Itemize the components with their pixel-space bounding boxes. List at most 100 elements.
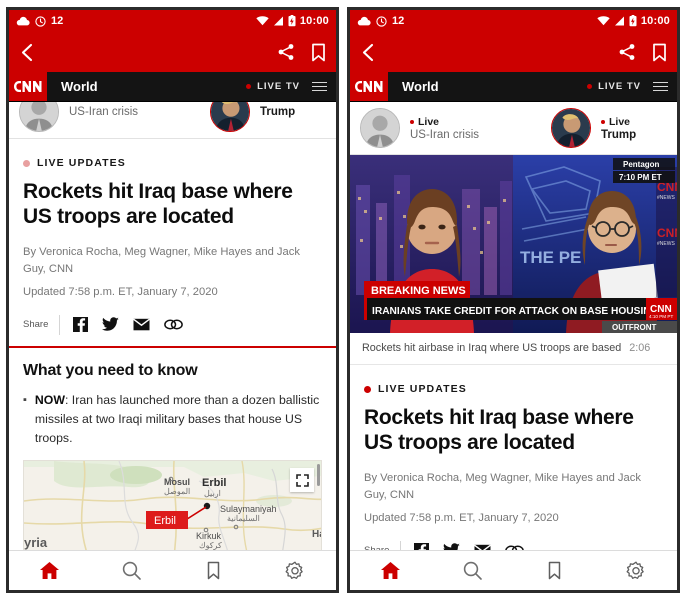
bookmark-icon[interactable] <box>652 43 667 62</box>
status-bar-left: 12 <box>16 15 63 27</box>
facebook-icon[interactable] <box>414 543 430 550</box>
bottom-nav-bar <box>9 550 336 590</box>
video-player[interactable]: THE PE CNN CNN <box>350 155 677 333</box>
story-item-us-iran-crisis[interactable]: US-Iran crisis <box>19 102 138 132</box>
gear-icon <box>285 561 303 579</box>
bookmark-icon <box>207 561 220 580</box>
status-bar-right: 10:00 <box>597 15 670 27</box>
search-icon <box>122 561 141 580</box>
article-scroll-body[interactable]: Live US-Iran crisis Live Trump THE PE CN… <box>350 102 677 550</box>
svg-text:Mosul: Mosul <box>164 477 190 487</box>
pence-avatar <box>19 102 59 132</box>
story-item-live-label: Live <box>418 115 440 128</box>
bottom-nav-item-settings[interactable] <box>254 551 336 590</box>
twitter-icon[interactable] <box>443 543 461 550</box>
link-icon[interactable] <box>164 318 184 331</box>
bookmark-icon <box>548 561 561 580</box>
menu-icon[interactable] <box>312 81 327 92</box>
story-item-trump[interactable]: Live Trump <box>551 108 636 148</box>
bullet-lead: NOW <box>34 393 65 408</box>
link-icon[interactable] <box>505 544 525 550</box>
status-bar: 12 10:00 <box>9 10 336 32</box>
map-graphic: Mosul الموصل Erbil اربيل Sulaymaniyah ال… <box>24 461 322 550</box>
svg-text:Erbil: Erbil <box>154 515 176 527</box>
svg-text:اربيل: اربيل <box>204 489 221 498</box>
phone-left: 12 10:00 World LIVE TV US-Iran crisis Tr… <box>6 7 339 593</box>
wifi-icon <box>256 16 269 26</box>
wifi-icon <box>597 16 610 26</box>
map-scrollbar[interactable] <box>317 464 320 487</box>
story-item-text: US-Iran crisis <box>69 106 138 118</box>
bottom-nav-item-settings[interactable] <box>595 551 677 590</box>
action-bar <box>350 32 677 72</box>
bottom-nav-item-bookmarks[interactable] <box>514 551 596 590</box>
back-arrow-icon[interactable] <box>360 43 377 62</box>
page-title: Rockets hit Iraq base where US troops ar… <box>364 406 634 455</box>
live-indicator-dot <box>587 84 593 89</box>
video-caption-row[interactable]: Rockets hit airbase in Iraq where US tro… <box>350 333 677 365</box>
list-item: ▪ NOW: Iran has launched more than a doz… <box>23 391 322 448</box>
bottom-nav-item-bookmarks[interactable] <box>173 551 255 590</box>
svg-text:Ha: Ha <box>312 529 322 540</box>
story-item-label: Trump <box>601 128 637 141</box>
story-item-us-iran-crisis[interactable]: Live US-Iran crisis <box>360 108 479 148</box>
notification-count: 12 <box>51 15 64 27</box>
bottom-nav-item-home[interactable] <box>350 551 432 590</box>
live-tv-button[interactable]: LIVE TV <box>257 81 300 92</box>
article-header: LIVE UPDATES Rockets hit Iraq base where… <box>9 157 336 346</box>
article-header: LIVE UPDATES Rockets hit Iraq base where… <box>350 383 677 550</box>
video-caption-text: Rockets hit airbase in Iraq where US tro… <box>362 342 622 354</box>
share-divider <box>59 314 61 335</box>
story-carousel[interactable]: Live US-Iran crisis Live Trump <box>350 102 677 155</box>
back-arrow-icon[interactable] <box>19 43 36 62</box>
trump-avatar <box>210 102 251 132</box>
section-title: World <box>61 79 98 94</box>
action-bar <box>9 32 336 72</box>
svg-text:السليمانية: السليمانية <box>227 514 260 523</box>
status-bar-right: 10:00 <box>256 15 329 27</box>
bottom-nav-item-search[interactable] <box>91 551 173 590</box>
story-carousel[interactable]: US-Iran crisis Trump <box>9 102 336 139</box>
svg-text:yria: yria <box>24 535 48 550</box>
article-updated-timestamp: Updated 7:58 p.m. ET, January 7, 2020 <box>364 511 559 524</box>
share-icon[interactable] <box>618 43 636 61</box>
section-nav-bar: World LIVE TV <box>350 72 677 102</box>
svg-text:OUTFRONT: OUTFRONT <box>612 323 657 332</box>
cnn-logo[interactable] <box>350 72 388 101</box>
story-item-text: Trump <box>260 106 295 118</box>
share-icon-group <box>414 543 525 550</box>
article-scroll-body[interactable]: US-Iran crisis Trump LIVE UPDATES Rocket… <box>9 102 336 550</box>
embedded-map[interactable]: Mosul الموصل Erbil اربيل Sulaymaniyah ال… <box>23 460 322 550</box>
story-item-live-label: Live <box>609 115 631 128</box>
bullet-content: NOW: Iran has launched more than a dozen… <box>35 391 322 448</box>
story-item-trump[interactable]: Trump <box>210 102 295 132</box>
bottom-nav-bar <box>350 550 677 590</box>
expand-map-button[interactable] <box>290 468 314 493</box>
story-item-label: US-Iran crisis <box>410 128 480 141</box>
bookmark-icon[interactable] <box>311 43 326 62</box>
svg-text:Pentagon: Pentagon <box>623 160 660 169</box>
cnn-logo[interactable] <box>9 72 47 101</box>
live-tv-button[interactable]: LIVE TV <box>598 81 641 92</box>
live-updates-badge: LIVE UPDATES <box>23 157 322 169</box>
section-nav-bar: World LIVE TV <box>9 72 336 102</box>
battery-charging-icon <box>629 15 637 27</box>
page-title: Rockets hit Iraq base where US troops ar… <box>23 180 293 229</box>
bottom-nav-item-search[interactable] <box>432 551 514 590</box>
bullet-dot-icon: ▪ <box>23 394 27 407</box>
article-updated-timestamp: Updated 7:58 p.m. ET, January 7, 2020 <box>23 285 218 298</box>
twitter-icon[interactable] <box>102 317 120 332</box>
svg-text:THE PE: THE PE <box>520 248 581 267</box>
status-bar-left: 12 <box>357 15 404 27</box>
svg-text:BREAKING NEWS: BREAKING NEWS <box>371 285 466 297</box>
status-bar: 12 10:00 <box>350 10 677 32</box>
story-item-label: US-Iran crisis <box>69 106 139 118</box>
share-row: Share <box>364 540 663 550</box>
facebook-icon[interactable] <box>73 317 89 333</box>
bottom-nav-item-home[interactable] <box>9 551 91 590</box>
live-dot-icon <box>410 119 414 124</box>
email-icon[interactable] <box>474 544 492 550</box>
email-icon[interactable] <box>133 318 151 331</box>
menu-icon[interactable] <box>653 81 668 92</box>
share-icon[interactable] <box>277 43 295 61</box>
